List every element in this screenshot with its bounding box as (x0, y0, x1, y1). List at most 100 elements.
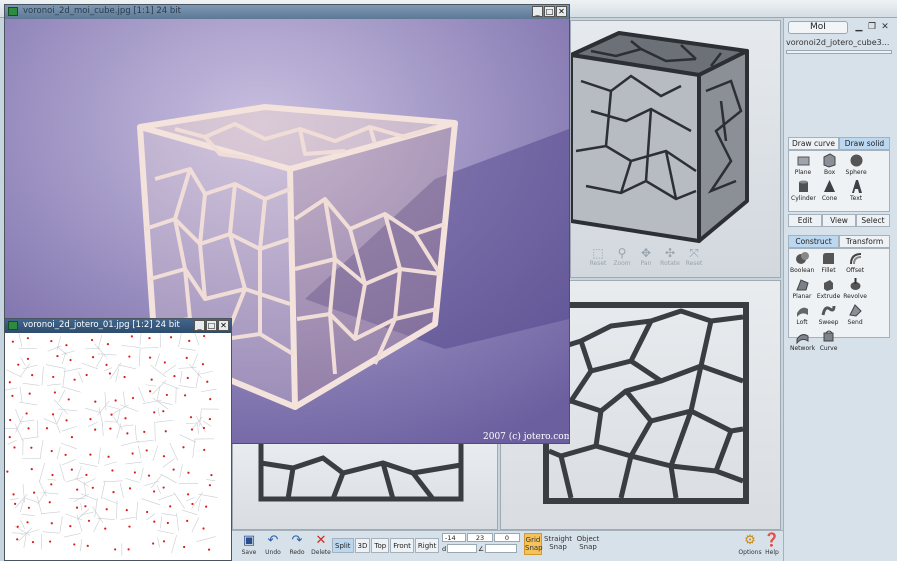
nav-reset-tool[interactable]: ⬚ Reset (588, 246, 608, 267)
angle-field[interactable] (484, 544, 517, 553)
nav-reset-view-tool[interactable]: ⤧ Reset (684, 246, 704, 267)
planar-tool[interactable]: Planar (790, 277, 814, 300)
voronoi-seed-point (76, 488, 79, 491)
plane-tool[interactable]: Plane (791, 153, 815, 176)
voronoi-seed-point (26, 357, 30, 360)
voronoi-cell-edge (160, 473, 177, 484)
maximize-icon[interactable]: □ (206, 320, 217, 331)
restore-icon[interactable]: ❐ (867, 22, 877, 32)
minimize-icon[interactable]: _ (194, 320, 205, 331)
boolean-tool[interactable]: Boolean (790, 251, 814, 274)
nav-pan-tool[interactable]: ✥ Pan (636, 246, 656, 267)
distance-field[interactable] (447, 544, 478, 553)
tab-view[interactable]: View (822, 214, 856, 227)
small-image-viewer[interactable]: voronoi_2d_jotero_01.jpg [1:2] 24 bit _ … (4, 318, 232, 561)
voronoi-seed-point (13, 446, 16, 449)
voronoi-seed-point (6, 470, 9, 473)
nav-zoom-tool[interactable]: ⚲ Zoom (612, 246, 632, 267)
minimize-icon[interactable]: _ (532, 6, 543, 17)
tab-draw-curve[interactable]: Draw curve (788, 137, 839, 150)
offset-tool[interactable]: Offset (843, 251, 867, 274)
close-icon[interactable]: ✕ (880, 22, 890, 32)
view-front-button[interactable]: Front (390, 538, 414, 553)
voronoi-seed-point (114, 399, 117, 402)
voronoi-cell-edge (135, 501, 139, 521)
tab-edit[interactable]: Edit (788, 214, 822, 227)
save-button[interactable]: ▣ Save (238, 533, 260, 556)
coord-z-field[interactable]: 0 (494, 533, 520, 542)
small-viewer-titlebar[interactable]: voronoi_2d_jotero_01.jpg [1:2] 24 bit _ … (5, 319, 231, 333)
plane-icon (797, 156, 809, 166)
view-3d-button[interactable]: 3D (354, 538, 371, 553)
minimize-icon[interactable]: ▁ (854, 22, 864, 32)
tab-transform[interactable]: Transform (839, 235, 890, 248)
send-icon (848, 304, 862, 317)
voronoi-cell-edge (161, 513, 177, 516)
maximize-icon[interactable]: □ (544, 6, 555, 17)
main-viewer-titlebar[interactable]: voronoi_2d_moi_cube.jpg [1:1] 24 bit _ □… (5, 5, 569, 19)
voronoi-cell-edge (150, 364, 167, 378)
voronoi-seed-point (16, 525, 19, 528)
tab-select[interactable]: Select (856, 214, 890, 227)
straight-snap-button[interactable]: Straight Snap (544, 535, 572, 551)
coord-y-field[interactable]: 23 (467, 533, 493, 542)
voronoi-cell-edge (22, 364, 38, 370)
voronoi-seed-point (106, 342, 110, 346)
voronoi-cell-edge (59, 463, 65, 482)
sweep-tool[interactable]: Sweep (817, 303, 841, 326)
voronoi-cell-edge (94, 498, 98, 518)
voronoi-cell-edge (80, 539, 82, 552)
view-right-button[interactable]: Right (414, 538, 440, 553)
undo-button[interactable]: ↶ Undo (262, 533, 284, 556)
curve-tool[interactable]: Curve (817, 329, 841, 352)
coord-x-field[interactable]: -14 (442, 533, 466, 542)
voronoi-seed-point (165, 393, 168, 397)
reset-arrows-icon: ⤧ (689, 246, 699, 260)
view-top-button[interactable]: Top (371, 538, 390, 553)
main-viewer-window-controls: _ □ ✕ (532, 6, 567, 17)
nav-rotate-tool[interactable]: ✣ Rotate (660, 246, 680, 267)
redo-button[interactable]: ↷ Redo (286, 533, 308, 556)
tab-draw-solid[interactable]: Draw solid (839, 137, 890, 150)
options-button[interactable]: ⚙ Options (738, 533, 762, 556)
voronoi-cell-edge (39, 440, 44, 459)
voronoi-cell-edge (65, 513, 83, 521)
sphere-tool[interactable]: Sphere (844, 153, 868, 176)
network-tool[interactable]: Network (790, 329, 815, 352)
cone-tool[interactable]: Cone (818, 179, 842, 202)
help-button[interactable]: ❓ Help (762, 533, 782, 556)
text-tool[interactable]: Text (844, 179, 868, 202)
loft-tool[interactable]: Loft (790, 303, 814, 326)
voronoi-seed-point (50, 449, 53, 453)
voronoi-seed-point (110, 413, 113, 416)
delete-button[interactable]: ✕ Delete (310, 533, 332, 556)
voronoi-cell-edge (191, 353, 198, 369)
send-tool[interactable]: Send (843, 303, 867, 326)
voronoi-seed-point (91, 486, 94, 489)
fillet-tool[interactable]: Fillet (817, 251, 841, 274)
extrude-tool[interactable]: Extrude (817, 277, 841, 300)
viewport-front[interactable] (232, 442, 498, 530)
view-split-button[interactable]: Split (332, 538, 354, 553)
object-snap-button[interactable]: Object Snap (574, 535, 602, 551)
voronoi-cell-edge (56, 446, 61, 460)
small-viewer-title: voronoi_2d_jotero_01.jpg [1:2] 24 bit (23, 320, 180, 330)
close-icon[interactable]: ✕ (556, 6, 567, 17)
moi-menu-button[interactable]: MoI (788, 21, 848, 34)
grid-snap-button[interactable]: Grid Snap (524, 533, 543, 555)
close-icon[interactable]: ✕ (218, 320, 229, 331)
voronoi-cell-edge (192, 439, 196, 458)
box-tool[interactable]: Box (818, 153, 842, 176)
main-viewer-title: voronoi_2d_moi_cube.jpg [1:1] 24 bit (23, 6, 181, 16)
voronoi-seed-point (16, 538, 19, 541)
draw-solid-tools: Plane Box Sphere Cylinder Cone Text (788, 150, 890, 212)
voronoi-seed-point (208, 484, 212, 487)
tab-construct[interactable]: Construct (788, 235, 839, 248)
planar-icon (795, 279, 809, 291)
voronoi-seed-point (145, 449, 148, 452)
voronoi-cell-edge (178, 333, 182, 348)
revolve-tool[interactable]: Revolve (843, 277, 867, 300)
viewport-3d[interactable] (570, 20, 781, 278)
cylinder-tool[interactable]: Cylinder (791, 179, 816, 202)
voronoi-cell-edge (163, 364, 176, 374)
